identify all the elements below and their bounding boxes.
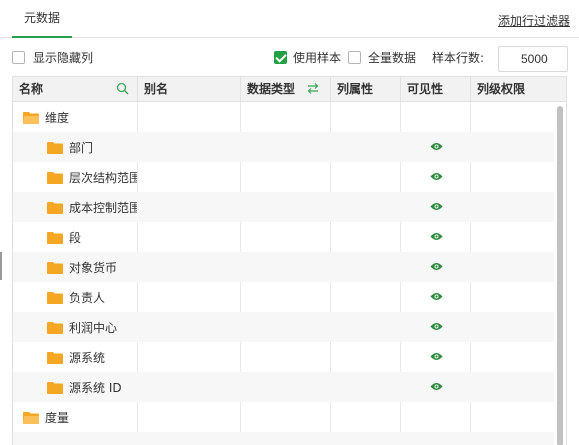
row-name-cell: 成本控制范围: [47, 192, 137, 222]
table-row[interactable]: 对象货币: [13, 252, 555, 282]
column-header-attributes[interactable]: 列属性: [331, 77, 401, 101]
eye-icon[interactable]: [430, 232, 443, 241]
row-name: 对象货币: [69, 260, 118, 275]
use-sample-label: 使用样本: [293, 51, 342, 65]
row-name-cell: 段: [47, 222, 137, 252]
folder-icon: [47, 351, 63, 364]
column-header-visibility[interactable]: 可见性: [401, 77, 471, 101]
folder-icon: [23, 111, 39, 124]
eye-icon[interactable]: [430, 322, 443, 331]
table-row[interactable]: 利润中心: [13, 312, 555, 342]
row-name-cell: 度量: [23, 402, 137, 432]
row-name: 部门: [69, 140, 94, 155]
full-data-checkbox[interactable]: [348, 51, 361, 64]
row-name-cell: 维度: [23, 102, 137, 132]
table-row[interactable]: 源系统: [13, 342, 555, 372]
row-name: 源系统: [69, 350, 106, 365]
show-hidden-checkbox[interactable]: [12, 51, 25, 64]
eye-icon[interactable]: [430, 292, 443, 301]
table-row[interactable]: 维度: [13, 102, 555, 132]
row-name: 层次结构范围: [69, 170, 137, 185]
table-row: [13, 432, 555, 445]
table-row[interactable]: 度量: [13, 402, 555, 432]
eye-icon[interactable]: [430, 202, 443, 211]
folder-icon: [47, 201, 63, 214]
table-row[interactable]: 源系统 ID: [13, 372, 555, 402]
row-name-cell: 部门: [47, 132, 137, 162]
eye-icon[interactable]: [430, 142, 443, 151]
column-header-column-permission[interactable]: 列级权限: [471, 77, 566, 101]
folder-icon: [47, 141, 63, 154]
column-header-alias[interactable]: 别名: [138, 77, 241, 101]
row-name: 成本控制范围: [69, 200, 137, 215]
eye-icon[interactable]: [430, 172, 443, 181]
folder-icon: [23, 411, 39, 424]
tab-metadata[interactable]: 元数据: [12, 0, 72, 38]
table-row[interactable]: 部门: [13, 132, 555, 162]
row-name: 段: [69, 230, 82, 245]
table-header: 名称 别名 数据类型 列属性 可见性 列级权限: [13, 77, 566, 102]
eye-icon[interactable]: [430, 382, 443, 391]
search-icon[interactable]: [116, 82, 129, 95]
row-name: 维度: [45, 110, 70, 125]
row-name-cell: 层次结构范围: [47, 162, 137, 192]
use-sample-checkbox[interactable]: [274, 51, 287, 64]
row-name: 负责人: [69, 290, 106, 305]
swap-icon[interactable]: [306, 82, 320, 95]
folder-icon: [47, 321, 63, 334]
folder-icon: [47, 291, 63, 304]
sample-rows-input[interactable]: 5000: [498, 46, 568, 72]
eye-icon[interactable]: [430, 262, 443, 271]
folder-icon: [47, 381, 63, 394]
eye-icon[interactable]: [430, 352, 443, 361]
row-name-cell: 源系统 ID: [47, 372, 137, 402]
row-name: 源系统 ID: [69, 380, 122, 395]
table-row[interactable]: 段: [13, 222, 555, 252]
folder-icon: [47, 261, 63, 274]
row-name-cell: 对象货币: [47, 252, 137, 282]
metadata-table: 名称 别名 数据类型 列属性 可见性 列级权限 维度 部门 层次结构范围 成本控…: [12, 76, 567, 445]
row-name: 利润中心: [69, 320, 118, 335]
row-name-cell: 源系统: [47, 342, 137, 372]
panel-resize-handle[interactable]: [0, 252, 2, 280]
row-name-cell: 负责人: [47, 282, 137, 312]
full-data-label: 全量数据: [368, 51, 417, 65]
tab-bar: 元数据 添加行过滤器: [0, 0, 579, 38]
row-name: 度量: [45, 410, 70, 425]
folder-icon: [47, 231, 63, 244]
table-row[interactable]: 负责人: [13, 282, 555, 312]
add-row-filter-link[interactable]: 添加行过滤器: [498, 12, 570, 29]
sample-rows-label: 样本行数:: [432, 51, 485, 65]
row-name-cell: 利润中心: [47, 312, 137, 342]
table-row[interactable]: 成本控制范围: [13, 192, 555, 222]
folder-icon: [47, 171, 63, 184]
vertical-scrollbar-thumb[interactable]: [557, 106, 563, 445]
show-hidden-label: 显示隐藏列: [33, 51, 94, 65]
table-row[interactable]: 层次结构范围: [13, 162, 555, 192]
options-bar: 显示隐藏列 使用样本 全量数据 样本行数: 5000: [0, 38, 579, 76]
